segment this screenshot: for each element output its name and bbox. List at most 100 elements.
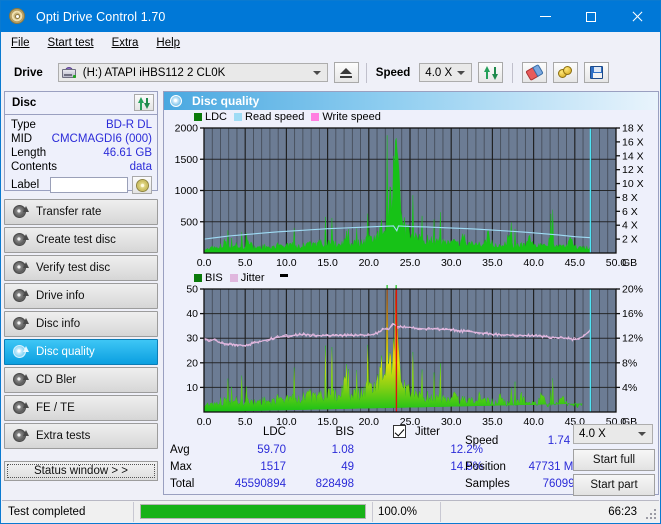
sidebar-label-fe-te: FE / TE bbox=[36, 402, 75, 414]
status-bar: Test completed 100.0% 66:23 bbox=[2, 500, 659, 522]
disc-mid-value: CMCMAGDI6 (000) bbox=[51, 133, 152, 145]
maximize-button[interactable] bbox=[568, 1, 614, 32]
legend-label-bis: BIS bbox=[205, 272, 223, 284]
sidebar-item-create-test-disc[interactable]: Create test disc bbox=[4, 227, 158, 253]
drive-select-value: (H:) ATAPI iHBS112 2 CL0K bbox=[82, 66, 226, 79]
svg-text:35.0: 35.0 bbox=[482, 257, 503, 269]
sidebar-label-disc-quality: Disc quality bbox=[36, 346, 95, 358]
drive-label: Drive bbox=[14, 66, 43, 79]
menu-bar: File Start test Extra Help bbox=[2, 32, 659, 54]
progress-percent-label: 100.0% bbox=[378, 505, 418, 518]
menu-start-test-label: Start test bbox=[47, 37, 94, 49]
menu-item-start-test[interactable]: Start test bbox=[48, 37, 94, 49]
svg-text:18 X: 18 X bbox=[622, 124, 644, 135]
disc-row-length: Length 46.61 GB bbox=[11, 146, 152, 160]
close-button[interactable] bbox=[614, 1, 660, 32]
speed-select-value: 4.0 X bbox=[425, 66, 453, 79]
drive-icon bbox=[61, 66, 77, 79]
resize-grip[interactable] bbox=[646, 509, 656, 519]
disc-refresh-button[interactable] bbox=[134, 94, 154, 111]
sidebar-label-verify-test-disc: Verify test disc bbox=[36, 262, 111, 274]
stats-avg-ldc: 59.70 bbox=[257, 444, 286, 456]
svg-text:GB: GB bbox=[622, 257, 637, 269]
sidebar-item-transfer-rate[interactable]: Transfer rate bbox=[4, 199, 158, 225]
svg-text:30.0: 30.0 bbox=[441, 257, 462, 269]
svg-text:5.0: 5.0 bbox=[238, 257, 253, 269]
sidebar-item-disc-info[interactable]: Disc info bbox=[4, 311, 158, 337]
drive-select[interactable]: (H:) ATAPI iHBS112 2 CL0K bbox=[57, 63, 328, 82]
bis-jitter-chart-svg: 10203040504%8%12%16%20%0.0 5.0 10.0 15.0 20.… bbox=[186, 285, 643, 428]
svg-text:10: 10 bbox=[186, 382, 198, 394]
start-full-button[interactable]: Start full bbox=[573, 449, 655, 471]
svg-text:1000: 1000 bbox=[175, 185, 199, 197]
menu-item-help[interactable]: Help bbox=[156, 37, 180, 49]
disc-info-panel: Disc Type BD-R DL MID CMCMAGDI6 (000) Le… bbox=[4, 91, 158, 194]
disc-label-button[interactable] bbox=[132, 176, 152, 194]
elapsed-time-label: 66:23 bbox=[608, 505, 637, 518]
start-full-label: Start full bbox=[592, 454, 636, 466]
maximize-icon bbox=[586, 11, 596, 22]
disc-length-value: 46.61 GB bbox=[103, 147, 152, 159]
speed-stat-value: 1.74 X bbox=[547, 435, 581, 447]
disc-type-value: BD-R DL bbox=[105, 119, 152, 131]
close-icon bbox=[631, 11, 643, 23]
disc-quality-icon bbox=[170, 95, 184, 107]
sidebar-item-cd-bler[interactable]: CD Bler bbox=[4, 367, 158, 393]
test-speed-select[interactable]: 4.0 X bbox=[573, 424, 653, 444]
sidebar-item-drive-info[interactable]: Drive info bbox=[4, 283, 158, 309]
start-part-button[interactable]: Start part bbox=[573, 474, 655, 496]
stats-total-ldc: 45590894 bbox=[234, 478, 286, 490]
disc-info-rows: Type BD-R DL MID CMCMAGDI6 (000) Length … bbox=[5, 115, 157, 194]
disc-label-input[interactable] bbox=[50, 177, 129, 193]
drive-info-icon bbox=[12, 289, 29, 303]
svg-text:40: 40 bbox=[186, 308, 198, 320]
svg-text:20: 20 bbox=[186, 357, 198, 369]
speed-select[interactable]: 4.0 X bbox=[419, 63, 473, 82]
disc-label-row: Label bbox=[11, 176, 152, 194]
sidebar-item-extra-tests[interactable]: Extra tests bbox=[4, 423, 158, 449]
disc-panel-title: Disc bbox=[12, 97, 37, 109]
progress-bar-fill bbox=[141, 505, 365, 518]
app-disc-icon bbox=[9, 7, 27, 26]
toolbar-divider-1 bbox=[365, 62, 367, 83]
eject-button[interactable] bbox=[333, 62, 359, 83]
stats-total-bis: 828498 bbox=[315, 478, 354, 490]
menu-item-extra[interactable]: Extra bbox=[112, 37, 139, 49]
erase-button[interactable] bbox=[522, 62, 548, 83]
menu-item-file[interactable]: File bbox=[11, 37, 30, 49]
svg-text:16 X: 16 X bbox=[622, 136, 644, 148]
menu-file-label: File bbox=[11, 37, 30, 49]
bookmark-button[interactable] bbox=[553, 62, 579, 83]
legend-swatch-ldc bbox=[194, 113, 202, 121]
floppy-save-icon bbox=[590, 66, 604, 79]
panel-header: Disc quality bbox=[164, 92, 658, 110]
svg-text:16%: 16% bbox=[622, 308, 643, 320]
save-button[interactable] bbox=[584, 62, 610, 83]
legend-label-ldc: LDC bbox=[205, 111, 228, 123]
jitter-checkbox[interactable] bbox=[393, 425, 406, 438]
minimize-button[interactable] bbox=[522, 1, 568, 32]
stats-header-bis: BIS bbox=[335, 426, 354, 438]
stats-header-ldc: LDC bbox=[262, 426, 286, 438]
status-window-button[interactable]: Status window > > bbox=[4, 461, 158, 481]
bis-jitter-chart[interactable]: 10 20 30 40 50 4% 8% 12% 16% 20% 0.0 5.0 10.0 15.0 20.… bbox=[164, 285, 658, 430]
disc-label-icon bbox=[135, 178, 149, 192]
sidebar-item-verify-test-disc[interactable]: Verify test disc bbox=[4, 255, 158, 281]
sidebar-item-fe-te[interactable]: FE / TE bbox=[4, 395, 158, 421]
svg-text:4 X: 4 X bbox=[622, 220, 638, 232]
extra-tests-icon bbox=[12, 429, 29, 443]
sidebar: Disc Type BD-R DL MID CMCMAGDI6 (000) Le… bbox=[2, 91, 160, 495]
eraser-icon bbox=[525, 63, 545, 82]
sidebar-item-disc-quality[interactable]: Disc quality bbox=[4, 339, 158, 365]
disc-label-key: Label bbox=[11, 179, 40, 191]
ldc-chart-svg: 500 1000 1500 2000 2 X 4 X 6 X 8 X 10 X 12 X 14 X 1… bbox=[175, 124, 644, 269]
svg-text:2 X: 2 X bbox=[622, 234, 638, 246]
stats-avg-bis: 1.08 bbox=[331, 444, 354, 456]
disc-quality-panel: Disc quality LDC Read speed Write speed … bbox=[163, 91, 659, 496]
refresh-button[interactable] bbox=[478, 62, 504, 83]
transfer-rate-icon bbox=[12, 205, 29, 219]
svg-text:6 X: 6 X bbox=[622, 206, 638, 218]
ldc-chart[interactable]: 500 1000 1500 2000 2 X 4 X 6 X 8 X 10 X 12 X 14 X 1… bbox=[164, 124, 658, 271]
disc-info-icon bbox=[12, 317, 29, 331]
svg-text:2000: 2000 bbox=[175, 124, 199, 135]
